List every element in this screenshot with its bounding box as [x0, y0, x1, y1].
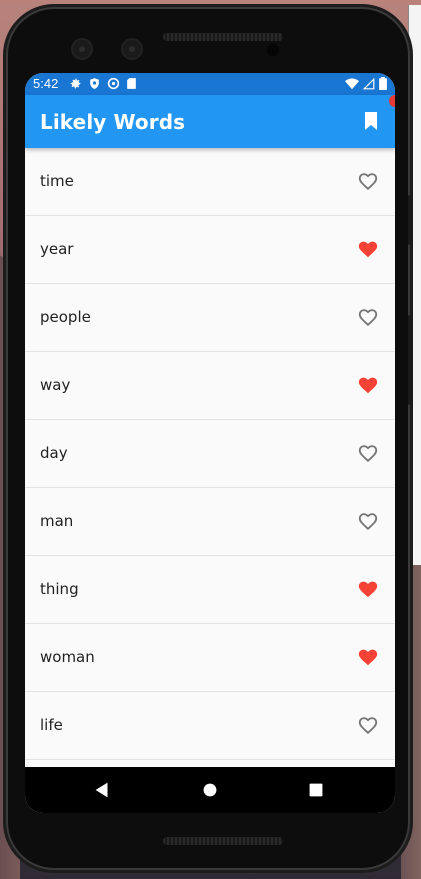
heart-filled-icon[interactable] — [357, 578, 379, 600]
heart-filled-icon[interactable] — [357, 646, 379, 668]
word-label: time — [40, 172, 74, 190]
desktop-background: 5:42 Likely Words time year people way d… — [0, 0, 421, 879]
status-notification-icons — [69, 77, 137, 90]
heart-outline-icon[interactable] — [357, 170, 379, 192]
status-bar: 5:42 — [25, 73, 395, 95]
word-label: year — [40, 240, 74, 258]
heart-filled-icon[interactable] — [357, 374, 379, 396]
word-label: life — [40, 716, 63, 734]
list-item[interactable]: time — [25, 148, 395, 216]
top-speaker — [163, 33, 283, 41]
back-icon[interactable] — [91, 779, 113, 801]
heart-outline-icon[interactable] — [357, 306, 379, 328]
word-label: day — [40, 444, 68, 462]
list-item[interactable]: man — [25, 488, 395, 556]
list-item[interactable]: year — [25, 216, 395, 284]
recents-icon[interactable] — [305, 779, 327, 801]
front-camera-icon — [73, 40, 91, 58]
debug-banner — [389, 95, 395, 107]
list-item[interactable]: day — [25, 420, 395, 488]
power-button[interactable] — [408, 195, 412, 245]
phone-screen: 5:42 Likely Words time year people way d… — [25, 73, 395, 813]
list-item[interactable]: woman — [25, 624, 395, 692]
word-label: woman — [40, 648, 95, 666]
settings-icon — [70, 78, 81, 89]
proximity-sensor — [267, 44, 279, 56]
list-item[interactable]: people — [25, 284, 395, 352]
app-bar: Likely Words — [25, 95, 395, 148]
word-label: way — [40, 376, 71, 394]
sync-icon — [107, 77, 120, 90]
shield-icon — [90, 78, 99, 89]
word-label: man — [40, 512, 74, 530]
bookmark-icon — [365, 112, 377, 130]
sd-card-icon — [127, 78, 136, 89]
heart-outline-icon[interactable] — [357, 714, 379, 736]
heart-outline-icon[interactable] — [357, 442, 379, 464]
word-list: time year people way day man thing woman… — [25, 148, 395, 760]
status-system-icons — [345, 77, 387, 90]
app-title: Likely Words — [40, 110, 186, 134]
home-icon[interactable] — [199, 779, 221, 801]
signal-icon — [363, 77, 375, 89]
word-label: thing — [40, 580, 79, 598]
front-camera-2-icon — [123, 40, 141, 58]
bottom-speaker — [163, 837, 283, 845]
status-time: 5:42 — [33, 76, 59, 91]
list-item[interactable]: way — [25, 352, 395, 420]
list-item[interactable]: life — [25, 692, 395, 760]
battery-icon — [379, 77, 387, 90]
saved-words-button[interactable] — [359, 109, 383, 133]
heart-outline-icon[interactable] — [357, 510, 379, 532]
navigation-bar — [25, 767, 395, 813]
word-label: people — [40, 308, 91, 326]
heart-filled-icon[interactable] — [357, 238, 379, 260]
list-item[interactable]: thing — [25, 556, 395, 624]
volume-button[interactable] — [408, 315, 412, 405]
wifi-icon — [345, 77, 359, 89]
